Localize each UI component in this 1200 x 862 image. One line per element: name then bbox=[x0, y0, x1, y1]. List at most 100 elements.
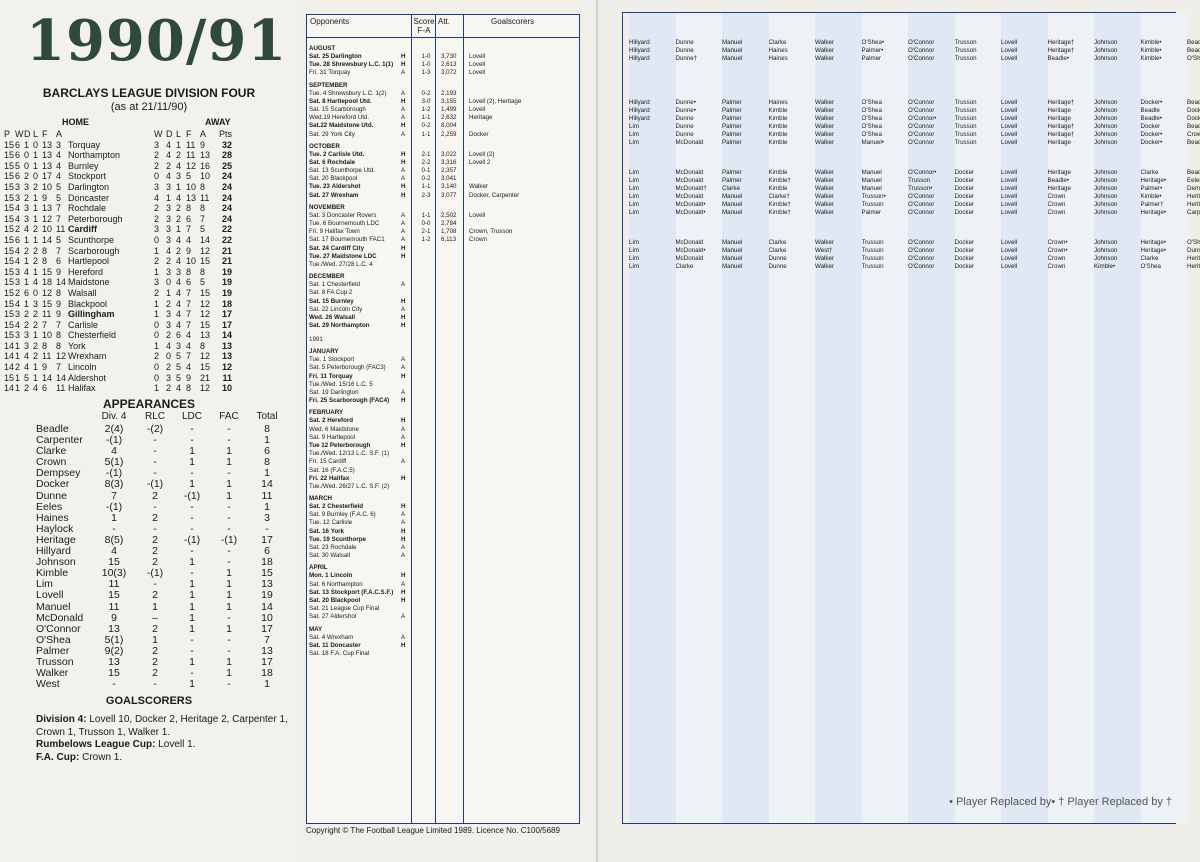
fixture-team: Wrexham bbox=[326, 633, 354, 641]
appearance-row: Trusson 13 2 1 1 17 bbox=[36, 656, 286, 668]
lineup-player: Manuel bbox=[722, 255, 743, 263]
lineup-player: Dunne† bbox=[675, 55, 698, 63]
opponents-header: Opponents bbox=[310, 17, 350, 26]
lineup-player: Crown• bbox=[1047, 239, 1068, 246]
league-cell-d: 3 bbox=[24, 181, 30, 192]
league-cell-team: Scunthorpe bbox=[68, 234, 115, 245]
league-cell-team: Stockport bbox=[68, 171, 107, 182]
lineup-player: O'Shea bbox=[861, 123, 882, 131]
league-row: 15 3 3 2 10 5 Darlington 3 3 1 10 8 24 bbox=[4, 182, 232, 193]
fixture-score bbox=[413, 397, 439, 405]
league-cell-aw: 0 bbox=[154, 171, 160, 182]
appearance-fac: 1 bbox=[226, 589, 232, 602]
lineup-player: Johnson bbox=[1094, 115, 1118, 123]
lineup-player: Palmer bbox=[722, 107, 742, 115]
fixture-opponent: Tue. 23 Aldershot bbox=[309, 183, 401, 191]
lineup-player: Walker bbox=[815, 193, 835, 201]
league-cell-w: 1 bbox=[15, 383, 21, 394]
league-cell-w: 4 bbox=[15, 203, 21, 214]
fixture-goalscorers bbox=[469, 356, 569, 364]
fixture-venue: A bbox=[401, 175, 406, 183]
fixture-attendance bbox=[439, 544, 469, 552]
scorer-text: Lovell 1. bbox=[155, 739, 196, 751]
appearances-columns: Div. 4 RLC LDC FAC Total bbox=[92, 411, 286, 422]
fixture-venue: A bbox=[401, 519, 406, 527]
fixture-attendance bbox=[439, 356, 469, 364]
league-cell-f: 11 bbox=[42, 351, 52, 362]
fixture-score bbox=[413, 322, 439, 330]
lineup-player: Palmer bbox=[722, 131, 742, 139]
appearances-col-header: LDC bbox=[181, 411, 202, 422]
lineup-player: Dunne bbox=[675, 115, 694, 123]
lineup-player: Palmer bbox=[861, 209, 882, 217]
league-cell-pts: 17 bbox=[221, 309, 232, 320]
lineup-player: Trusson bbox=[954, 131, 977, 139]
fixture-date: Sat. 16 bbox=[309, 466, 329, 474]
fixture-opponent: Tue. 1 Stockport bbox=[309, 356, 401, 364]
league-cell-w: 3 bbox=[15, 266, 21, 277]
fixture-score: 1-1 bbox=[421, 183, 431, 191]
league-cell-ad: 3 bbox=[166, 224, 172, 235]
lineup-player: Dunne bbox=[768, 255, 787, 263]
lineup-row: Lim McDonald• Manuel Kimble† Walker Trusson O'… bbox=[629, 201, 1200, 209]
goalscorers-header: Goalscorers bbox=[491, 17, 535, 26]
league-cell-aa: 7 bbox=[200, 213, 206, 224]
fixture-date: Tue. 1 bbox=[309, 356, 327, 364]
league-cell-aw: 1 bbox=[154, 266, 160, 277]
lineup-player: Lovell bbox=[1001, 131, 1018, 139]
lineup-player: Lovell bbox=[1001, 115, 1018, 123]
fixture-attendance bbox=[439, 373, 469, 381]
fixture-team: Blackpool bbox=[330, 175, 358, 183]
fixture-attendance bbox=[439, 642, 469, 650]
fixture-venue: A bbox=[401, 236, 406, 244]
league-cell-al: 4 bbox=[176, 287, 182, 298]
lineup-player: Docker bbox=[954, 201, 975, 209]
league-cell-aw: 0 bbox=[154, 362, 160, 373]
fixture-team: York bbox=[330, 527, 344, 535]
league-header-aa: A bbox=[200, 129, 207, 139]
league-cell-al: 1 bbox=[176, 181, 182, 192]
fixture-venue: H bbox=[401, 474, 406, 482]
lineup-player: Johnson bbox=[1094, 255, 1118, 263]
league-cell-w: 6 bbox=[15, 171, 21, 182]
lineup-player: Kimble† bbox=[768, 201, 791, 209]
fixture-row: Sat. 9 Burnley (F.A.C. 6) A bbox=[309, 511, 579, 519]
league-cell-al: 4 bbox=[176, 383, 182, 394]
league-cell-w: 4 bbox=[15, 256, 21, 267]
league-cell-team: Torquay bbox=[68, 139, 101, 150]
appearance-row: O'Shea 5(1) 1- -7 bbox=[36, 634, 286, 646]
fixture-attendance bbox=[439, 417, 469, 425]
lineup-player: Manuel bbox=[722, 239, 743, 246]
appearance-fac: 1 bbox=[226, 478, 232, 491]
fixture-date: Tue./Wed. 27/28 bbox=[309, 260, 355, 268]
league-row: 15 4 2 2 8 7 Scarborough 1 4 2 9 12 21 bbox=[4, 246, 232, 257]
fixture-goalscorers bbox=[469, 519, 569, 527]
lineup-player: O'Connor bbox=[908, 263, 935, 271]
fixture-score: 2-2 bbox=[421, 158, 431, 166]
fixture-venue: H bbox=[401, 535, 406, 543]
league-cell-team: Burnley bbox=[68, 160, 99, 171]
league-cell-team: Carlisle bbox=[68, 319, 99, 330]
fixture-row: Tue./Wed. 15/16 L.C. 5 bbox=[309, 381, 579, 389]
lineup-player: Lovell bbox=[1001, 239, 1018, 246]
lineup-player: O'Connor bbox=[908, 139, 935, 147]
league-cell-d: 2 bbox=[24, 309, 30, 320]
fixture-goalscorers bbox=[469, 289, 569, 297]
fixture-score bbox=[413, 298, 439, 306]
fixture-row: Sat. 20 Blackpool A 0-2 3,041 bbox=[309, 175, 579, 183]
league-header-w: W bbox=[15, 129, 24, 139]
fixture-score bbox=[413, 373, 439, 381]
fixture-score: 1-2 bbox=[421, 105, 431, 113]
fixture-attendance bbox=[439, 281, 469, 289]
lineup-player: Dunne bbox=[675, 39, 694, 46]
fixture-row: Fri. 11 Torquay H bbox=[309, 373, 579, 381]
lineup-player: Docker bbox=[954, 247, 975, 255]
lineup-player: O'Shea bbox=[861, 107, 882, 115]
league-cell-w: 6 bbox=[15, 150, 21, 161]
fixture-attendance bbox=[439, 298, 469, 306]
league-cell-aw: 0 bbox=[154, 234, 160, 245]
lineup-block-november: Lim McDonald Manuel Clarke Walker Trusson O'Co… bbox=[629, 239, 1200, 271]
fixture-team: Halifax bbox=[328, 474, 350, 482]
lineup-player: Beadle† bbox=[1187, 99, 1200, 106]
league-row: 15 6 2 0 17 4 Stockport 0 4 3 5 10 24 bbox=[4, 171, 232, 182]
